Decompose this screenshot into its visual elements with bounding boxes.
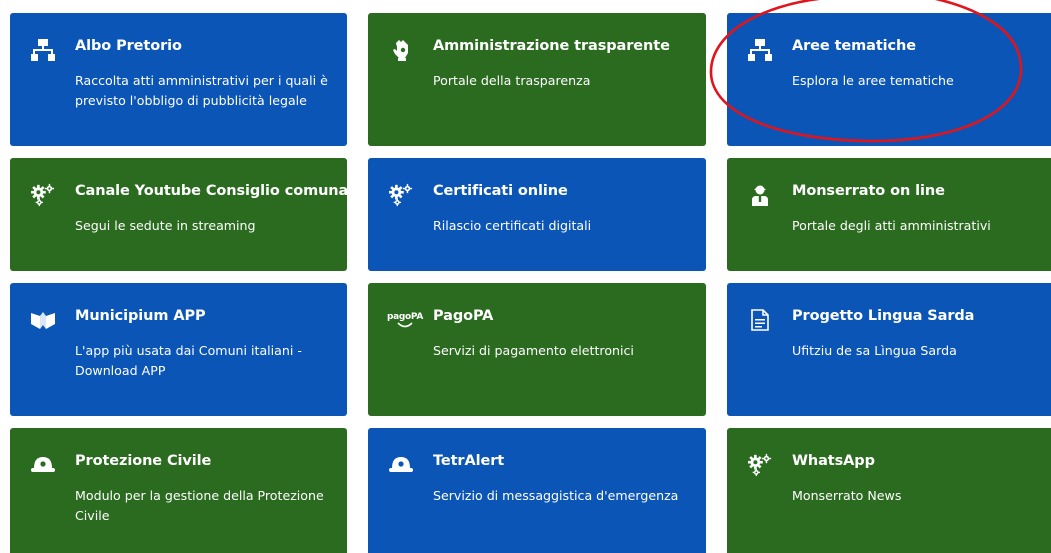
- gears-icon: [31, 183, 55, 207]
- tile-title: Municipium APP: [75, 308, 206, 324]
- tile-description: Rilascio certificati digitali: [433, 218, 592, 233]
- tile-description: Modulo per la gestione della Protezione …: [75, 488, 324, 523]
- sitemap-icon: [31, 38, 55, 62]
- tile-amministrazione-trasparente[interactable]: Amministrazione trasparente Portale dell…: [368, 13, 706, 146]
- tile-description: Ufitziu de sa Lìngua Sarda: [792, 343, 957, 358]
- tile-title: Albo Pretorio: [75, 38, 182, 54]
- tile-albo-pretorio[interactable]: Albo Pretorio Raccolta atti amministrati…: [10, 13, 347, 146]
- helmet-icon: [31, 453, 55, 477]
- tile-title: Amministrazione trasparente: [433, 38, 670, 54]
- tile-monserrato-on-line[interactable]: Monserrato on line Portale degli atti am…: [727, 158, 1051, 271]
- sitemap-icon: [748, 38, 772, 62]
- tile-aree-tematiche[interactable]: Aree tematiche Esplora le aree tematiche: [727, 13, 1051, 146]
- tile-title: Aree tematiche: [792, 38, 917, 54]
- tile-description: L'app più usata dai Comuni italiani - Do…: [75, 343, 302, 378]
- tile-title: Protezione Civile: [75, 453, 212, 469]
- tile-description: Portale degli atti amministrativi: [792, 218, 991, 233]
- tile-pagopa[interactable]: pagoPA PagoPA Servizi di pagamento elett…: [368, 283, 706, 416]
- tile-protezione-civile[interactable]: Protezione Civile Modulo per la gestione…: [10, 428, 347, 553]
- tile-progetto-lingua-sarda[interactable]: Progetto Lingua Sarda Ufitziu de sa Lìng…: [727, 283, 1051, 416]
- gears-icon: [748, 453, 772, 477]
- tile-title: TetrAlert: [433, 453, 505, 469]
- tile-description: Segui le sedute in streaming: [75, 218, 256, 233]
- municipium-icon: [31, 308, 55, 332]
- tile-description: Monserrato News: [792, 488, 902, 503]
- tile-municipium-app[interactable]: Municipium APP L'app più usata dai Comun…: [10, 283, 347, 416]
- tile-description: Portale della trasparenza: [433, 73, 591, 88]
- tile-description: Servizi di pagamento elettronici: [433, 343, 634, 358]
- tile-certificati-online[interactable]: Certificati online Rilascio certificati …: [368, 158, 706, 271]
- tile-title: Certificati online: [433, 183, 568, 199]
- tile-whatsapp[interactable]: WhatsApp Monserrato News: [727, 428, 1051, 553]
- tile-title: WhatsApp: [792, 453, 875, 469]
- services-grid: Albo Pretorio Raccolta atti amministrati…: [0, 0, 1051, 553]
- tile-title: Monserrato on line: [792, 183, 945, 199]
- person-icon: [748, 183, 772, 207]
- helmet-icon: [389, 453, 413, 477]
- document-icon: [748, 308, 772, 332]
- hand-icon: [389, 38, 413, 62]
- pagopa-icon: pagoPA: [385, 308, 425, 332]
- tile-description: Esplora le aree tematiche: [792, 73, 954, 88]
- gears-icon: [389, 183, 413, 207]
- tile-description: Servizio di messaggistica d'emergenza: [433, 488, 679, 503]
- tile-description: Raccolta atti amministrativi per i quali…: [75, 73, 328, 108]
- tile-canale-youtube[interactable]: Canale Youtube Consiglio comunale Segui …: [10, 158, 363, 271]
- pagopa-logo-text: pagoPA: [386, 312, 424, 322]
- tile-tetralert[interactable]: TetrAlert Servizio di messaggistica d'em…: [368, 428, 706, 553]
- tile-title: Canale Youtube Consiglio comunale: [75, 183, 363, 199]
- tile-title: PagoPA: [433, 308, 494, 324]
- tile-title: Progetto Lingua Sarda: [792, 308, 975, 324]
